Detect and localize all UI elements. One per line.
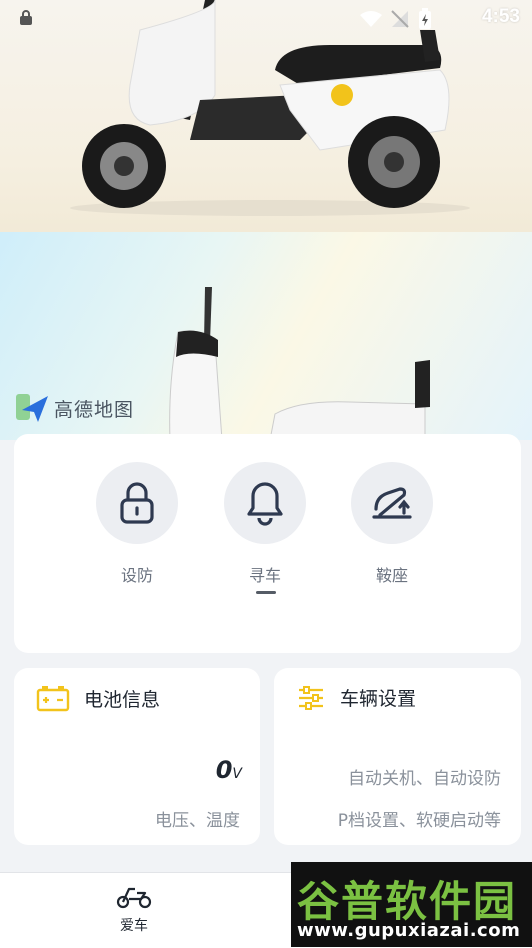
quick-controls-card: 设防 寻车 鞍座 [14,434,521,653]
vehicle-hero-banner: 4:53 [0,0,532,232]
seat-open-icon [372,487,412,519]
nav-item-my-car[interactable]: 爱车 [104,883,164,935]
lock-icon [120,482,154,524]
status-time: 4:53 [481,6,520,27]
battery-card-title: 电池信息 [84,688,161,711]
vehicle-card-line2: P档设置、软硬启动等 [337,811,501,831]
battery-voltage: 0V [216,756,242,784]
status-bar: 4:53 [0,0,532,36]
arm-label: 设防 [120,566,153,585]
page-indicator [256,591,276,594]
vehicle-settings-card[interactable]: 车辆设置 自动关机、自动设防 P档设置、软硬启动等 [274,668,521,845]
scooter-icon [116,887,152,909]
seat-button[interactable]: 鞍座 [350,462,434,586]
vehicle-card-title: 车辆设置 [340,688,417,710]
vehicle-card-line1: 自动关机、自动设防 [348,769,501,789]
site-watermark: 谷普软件园 www.gupuxiazai.com [291,862,532,947]
nav-item-label: 爱车 [120,918,148,934]
find-car-label: 寻车 [248,566,281,585]
map-provider-name: 高德地图 [54,398,135,421]
app-lock-indicator-icon [18,10,34,30]
wifi-icon [360,11,382,27]
arm-button[interactable]: 设防 [95,462,179,586]
bell-icon [247,482,283,526]
battery-charging-icon [419,8,431,29]
voltage-value: 0 [215,756,233,784]
find-car-button[interactable]: 寻车 [223,462,307,586]
amap-arrow-icon [16,394,48,422]
seat-label: 鞍座 [375,566,408,585]
battery-info-card[interactable]: 电池信息 0V 电压、温度 [14,668,260,845]
signal-icon [391,10,409,28]
battery-card-subtitle: 电压、温度 [155,811,240,831]
battery-icon [36,686,70,712]
watermark-url: www.gupuxiazai.com [297,920,521,941]
sliders-icon [299,685,323,710]
amap-logo: 高德地图 [16,392,134,424]
voltage-unit: V [232,766,242,782]
